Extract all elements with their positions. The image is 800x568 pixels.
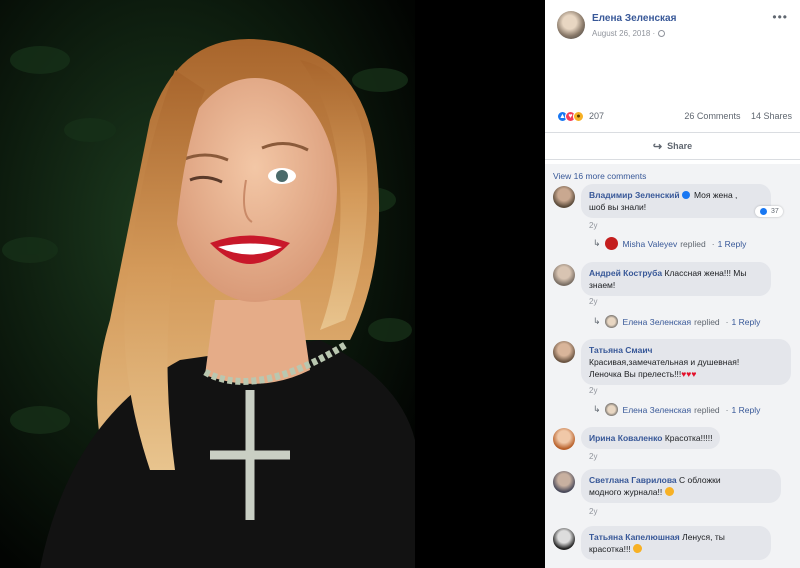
reply-dot: · [725, 404, 729, 415]
comment-likes-pill[interactable]: 37 [755, 206, 783, 217]
comment-bubble: Владимир Зеленский Моя жена , шоб вы зна… [581, 184, 771, 218]
share-label: Share [667, 141, 693, 151]
commenter-avatar[interactable] [553, 528, 575, 550]
engagement-counts: 26 Comments 14 Shares [684, 111, 792, 121]
replies-link[interactable]: ↳ Misha Valeyev replied · 1 Reply [593, 237, 746, 250]
author-avatar[interactable] [557, 11, 585, 39]
reply-action: replied [680, 238, 706, 249]
comments-count-link[interactable]: 26 Comments [684, 111, 740, 121]
comment-text-line1: Ленуся, ты [682, 532, 725, 542]
post-header: Елена Зеленская August 26, 2018 · ••• [545, 0, 800, 100]
reply-arrow-icon: ↳ [593, 316, 601, 326]
comment-bubble: Андрей Коструба Классная жена!!! Мы знае… [581, 262, 771, 296]
comment-bubble: Светлана Гаврилова С обложки модного жур… [581, 469, 781, 503]
comment-text-line2: шоб вы знали! [589, 202, 647, 212]
post-date-text[interactable]: August 26, 2018 · [592, 29, 655, 38]
commenter-name[interactable]: Татьяна Смаич [589, 345, 652, 355]
comment-text-line2: красотка!!! [589, 544, 631, 554]
replier-avatar [604, 315, 618, 328]
reply-count-link[interactable]: 1 Reply [732, 405, 761, 415]
verified-badge-icon [681, 191, 690, 199]
comment-text-line2: Леночка Вы прелесть!!! [589, 369, 682, 379]
like-reaction-icon [759, 207, 768, 216]
reply-count-link[interactable]: 1 Reply [732, 317, 761, 327]
commenter-avatar[interactable] [553, 471, 575, 493]
smile-emoji-icon [633, 544, 643, 553]
more-options-icon[interactable]: ••• [772, 10, 788, 24]
share-button[interactable]: ↪ Share [653, 140, 692, 153]
reply-action: replied [694, 404, 720, 415]
commenter-avatar[interactable] [553, 186, 575, 208]
comment-time[interactable]: 2y [589, 221, 597, 230]
reply-dot: · [711, 238, 715, 249]
commenter-name[interactable]: Андрей Коструба [589, 268, 662, 278]
replier-avatar [604, 403, 618, 416]
commenter-avatar[interactable] [553, 341, 575, 363]
commenter-name[interactable]: Татьяна Капелюшная [589, 532, 680, 542]
comment-bubble: Татьяна Капелюшная Ленуся, ты красотка!!… [581, 526, 771, 560]
comment-like-count: 37 [771, 208, 779, 215]
commenter-name[interactable]: Ирина Коваленко [589, 433, 662, 443]
heart-emoji-icon: ♥♥♥ [681, 369, 697, 379]
reply-arrow-icon: ↳ [593, 238, 601, 248]
reply-count-link[interactable]: 1 Reply [718, 239, 747, 249]
action-bar: ↪ Share [545, 132, 800, 160]
woman-portrait-image [0, 0, 543, 568]
screenshot-root: Елена Зеленская August 26, 2018 · ••• ▲ … [0, 0, 800, 568]
reply-action: replied [694, 316, 720, 327]
replier-name[interactable]: Елена Зеленская [623, 317, 692, 327]
view-more-comments-link[interactable]: View 16 more comments [553, 171, 646, 181]
reply-dot: · [725, 316, 729, 327]
replies-link[interactable]: ↳ Елена Зеленская replied · 1 Reply [593, 403, 760, 416]
commenter-avatar[interactable] [553, 428, 575, 450]
comment-time[interactable]: 2y [589, 452, 597, 461]
comment-time[interactable]: 2y [589, 297, 597, 306]
haha-reaction-icon: ● [573, 110, 584, 122]
comments-section: View 16 more comments Владимир Зеленский… [545, 164, 800, 568]
replier-avatar [604, 237, 618, 250]
commenter-name[interactable]: Владимир Зеленский [589, 190, 680, 200]
comment-text-line1: Моя жена , [693, 190, 738, 200]
comment-time[interactable]: 2y [589, 386, 597, 395]
comment-bubble: Ирина Коваленко Красотка!!!!! [581, 427, 721, 449]
replier-name[interactable]: Елена Зеленская [623, 405, 692, 415]
commenter-name[interactable]: Светлана Гаврилова [589, 475, 677, 485]
comment-bubble: Татьяна Смаич Красивая,замечательная и д… [581, 339, 791, 385]
comment-text-line2: модного журнала!! [589, 487, 663, 497]
reactions-count: 207 [589, 111, 605, 121]
globe-icon [658, 30, 666, 37]
comment-text-line1: Красивая,замечательная и душевная! [589, 357, 740, 367]
comment-text-line1: Красотка!!!!! [664, 433, 713, 443]
post-photo[interactable] [0, 0, 543, 568]
post-side-panel: Елена Зеленская August 26, 2018 · ••• ▲ … [545, 0, 800, 568]
share-arrow-icon: ↪ [652, 140, 663, 153]
reactions-summary[interactable]: ▲ ♥ ● 207 [557, 108, 604, 124]
post-date[interactable]: August 26, 2018 · [592, 29, 666, 38]
comment-time[interactable]: 2y [589, 507, 597, 516]
post-author-name[interactable]: Елена Зеленская [592, 13, 676, 24]
reply-arrow-icon: ↳ [593, 404, 601, 414]
replies-link[interactable]: ↳ Елена Зеленская replied · 1 Reply [593, 315, 760, 328]
comment-text-line1: С обложки [679, 475, 721, 485]
comment-text-line1: Классная жена!!! Мы [664, 268, 747, 278]
shares-count-link[interactable]: 14 Shares [751, 111, 792, 121]
comment-text-line2: знаем! [589, 280, 616, 290]
smile-emoji-icon [664, 487, 674, 496]
commenter-avatar[interactable] [553, 264, 575, 286]
replier-name[interactable]: Misha Valeyev [623, 239, 678, 249]
